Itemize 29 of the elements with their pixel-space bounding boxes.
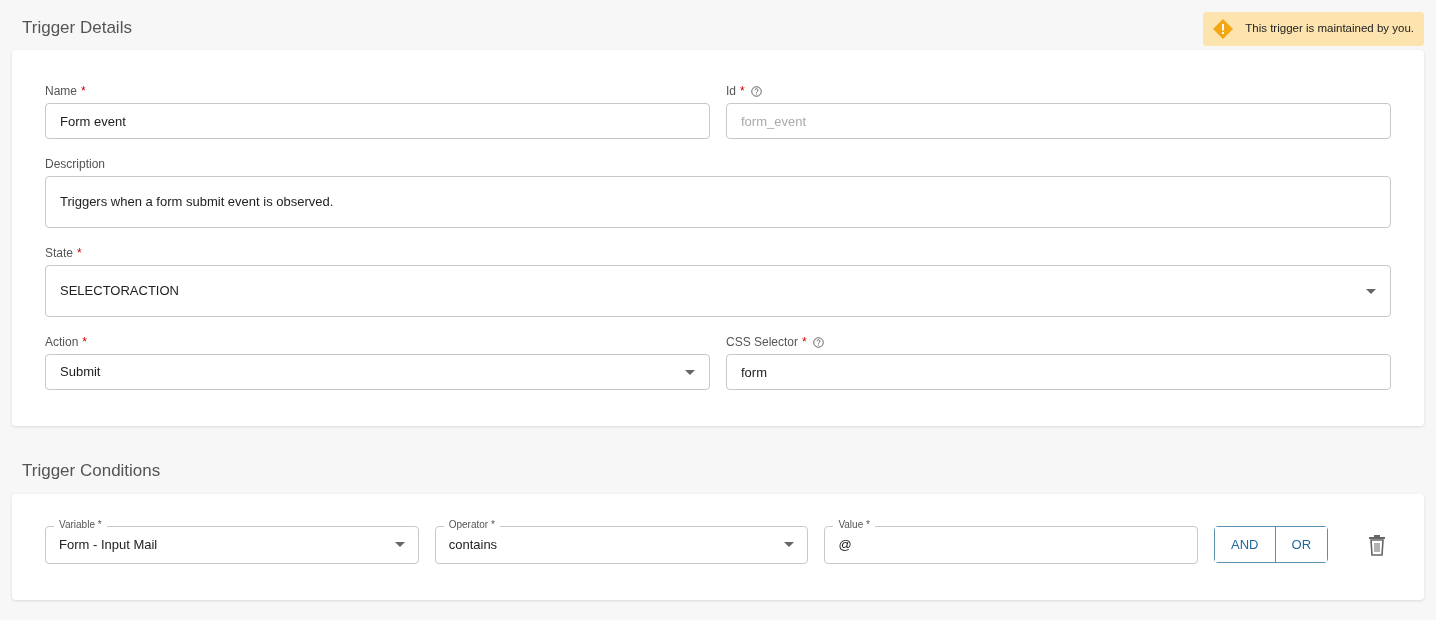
floating-label: Variable * — [54, 518, 107, 531]
field-label: Id — [726, 83, 736, 100]
required-mark: * — [802, 334, 807, 351]
required-mark: * — [82, 334, 88, 351]
field-label: Description — [45, 156, 106, 173]
required-mark: * — [77, 245, 82, 262]
dropdown-caret-icon — [394, 542, 405, 547]
floating-label: Operator * — [443, 518, 500, 531]
required-mark: * — [81, 83, 86, 100]
trash-icon[interactable] — [1368, 533, 1386, 556]
dropdown-caret-icon — [685, 369, 695, 375]
field-label: Action — [45, 334, 79, 351]
dropdown-caret-icon — [784, 542, 795, 547]
textarea-field[interactable]: Triggers when a form submit event is observed. — [45, 176, 1391, 228]
section-title: Trigger Details — [21, 16, 132, 39]
dropdown-caret-icon — [1366, 288, 1376, 294]
warning-icon — [1213, 19, 1234, 39]
input-field[interactable]: form — [726, 354, 1391, 390]
input-field[interactable]: Form event — [45, 103, 710, 139]
field-label: CSS Selector — [726, 334, 799, 351]
section-title: Trigger Conditions — [21, 460, 162, 482]
required-mark: * — [740, 83, 745, 100]
field-label: Name — [45, 83, 77, 100]
select-field[interactable]: SELECTORACTION — [45, 265, 1391, 317]
input-field[interactable]: form_event — [726, 103, 1391, 139]
logic-toggle-button[interactable]: OR — [1274, 527, 1327, 562]
select-field[interactable]: Submit — [45, 354, 710, 390]
notice-text: This trigger is maintained by you. — [1245, 21, 1414, 37]
field-label: State — [45, 245, 74, 262]
